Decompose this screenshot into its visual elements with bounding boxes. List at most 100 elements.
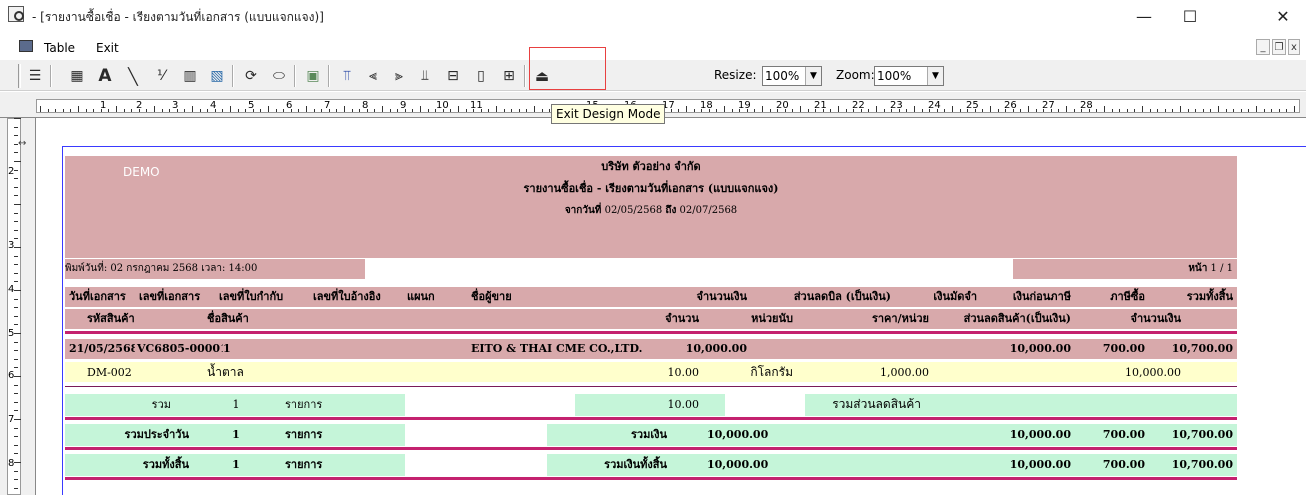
item-code[interactable]: DM-002: [83, 363, 203, 383]
item-price[interactable]: 1,000.00: [813, 363, 933, 383]
maximize-button[interactable]: ☐: [1167, 0, 1213, 32]
doc-date[interactable]: 21/05/2568: [65, 339, 135, 359]
hdr-item-code[interactable]: รหัสสินค้า: [83, 309, 203, 329]
hdr-ref-no[interactable]: เลขที่ใบอ้างอิง: [309, 287, 399, 307]
align-top-icon[interactable]: ⫪: [336, 66, 358, 86]
resize-select[interactable]: 100% ▼: [762, 66, 822, 86]
daily-total[interactable]: 10,700.00: [1153, 425, 1237, 445]
hdr-deposit[interactable]: เงินมัดจำ: [899, 287, 981, 307]
ruler-tick: [936, 109, 938, 112]
ruler-tick: [1043, 109, 1045, 112]
hdr-vendor[interactable]: ชื่อผู้ขาย: [467, 287, 657, 307]
hdr-doc-no[interactable]: เลขที่เอกสาร: [135, 287, 215, 307]
page-number[interactable]: หน้า 1 / 1: [1013, 259, 1237, 279]
hdr-unit[interactable]: หน่วยนับ: [707, 309, 797, 329]
item-unit[interactable]: กิโลกรัม: [707, 362, 797, 382]
align-bottom-icon[interactable]: ⫫: [414, 66, 436, 86]
ruler-tick: [1195, 109, 1197, 112]
hdr-unit-price[interactable]: ราคา/หน่วย: [813, 309, 933, 329]
daily-unit[interactable]: รายการ: [281, 425, 401, 445]
hdr-doc-date[interactable]: วันที่เอกสาร: [65, 287, 135, 307]
ruler-tick: [14, 221, 18, 223]
grand-tax[interactable]: 700.00: [1079, 455, 1149, 475]
grand-total[interactable]: 10,700.00: [1153, 455, 1237, 475]
resize-arrows-icon[interactable]: ↔: [18, 138, 26, 149]
time-label: เวลา:: [201, 263, 226, 274]
zoom-select[interactable]: 100% ▼: [874, 66, 944, 86]
doc-total[interactable]: 10,700.00: [1153, 339, 1237, 359]
hdr-amount[interactable]: จำนวนเงิน: [661, 287, 751, 307]
align-right-icon[interactable]: ⫸: [388, 66, 410, 86]
barcode-icon[interactable]: ▥: [179, 66, 201, 86]
ruler-tick: [488, 109, 490, 112]
ellipse-icon[interactable]: ⬭: [268, 66, 290, 86]
minimize-button[interactable]: —: [1121, 0, 1167, 32]
daily-money-label[interactable]: รวมเงิน: [547, 425, 671, 445]
item-qty[interactable]: 10.00: [623, 363, 703, 383]
daily-tax[interactable]: 700.00: [1079, 425, 1149, 445]
sum-unit[interactable]: รายการ: [281, 395, 401, 415]
grand-before-tax[interactable]: 10,000.00: [985, 455, 1075, 475]
grand-count[interactable]: 1: [191, 455, 281, 475]
company-name[interactable]: บริษัท ตัวอย่าง จำกัด: [65, 157, 1237, 177]
align-icon[interactable]: ☰: [24, 66, 46, 86]
align-left-icon[interactable]: ⫷: [362, 66, 384, 86]
daily-amount[interactable]: 10,000.00: [703, 425, 803, 445]
daily-label[interactable]: รวมประจำวัน: [65, 425, 193, 445]
hdr-qty[interactable]: จำนวน: [623, 309, 703, 329]
sum-discount-label[interactable]: รวมส่วนลดสินค้า: [805, 394, 925, 414]
percent-icon[interactable]: ⅟: [150, 66, 172, 86]
chart-icon[interactable]: ▣: [302, 66, 324, 86]
grand-unit[interactable]: รายการ: [281, 455, 401, 475]
doc-invoice[interactable]: 1: [219, 339, 309, 359]
rotate-icon[interactable]: ⟳: [240, 66, 262, 86]
hdr-item-amount[interactable]: จำนวนเงิน: [1079, 309, 1185, 329]
close-button[interactable]: ✕: [1260, 0, 1306, 32]
grid-icon[interactable]: ▦: [66, 66, 88, 86]
item-amount[interactable]: 10,000.00: [1079, 363, 1185, 383]
item-name[interactable]: น้ำตาล: [203, 362, 373, 382]
sum-qty[interactable]: 10.00: [623, 395, 703, 415]
doc-vendor[interactable]: EITO & THAI CME CO.,LTD.: [467, 339, 667, 359]
hdr-department[interactable]: แผนก: [403, 287, 463, 307]
grand-amount[interactable]: 10,000.00: [703, 455, 803, 475]
hdr-before-tax[interactable]: เงินก่อนภาษี: [985, 287, 1075, 307]
daily-count[interactable]: 1: [191, 425, 281, 445]
hdr-invoice-no[interactable]: เลขที่ใบกำกับ: [215, 287, 305, 307]
date-range[interactable]: จากวันที่ 02/05/2568 ถึง 02/07/2568: [65, 201, 1237, 221]
mdi-restore-button[interactable]: ❐: [1272, 39, 1286, 55]
sum-count[interactable]: 1: [191, 395, 281, 415]
toolbar-grip[interactable]: [18, 64, 21, 88]
hspace-icon[interactable]: ⊟: [442, 66, 464, 86]
hdr-tax[interactable]: ภาษีซื้อ: [1079, 287, 1149, 307]
doc-number[interactable]: VC6805-00001: [133, 339, 223, 359]
menu-exit[interactable]: Exit: [96, 41, 119, 55]
hdr-item-discount[interactable]: ส่วนลดสินค้า(เป็นเงิน): [935, 309, 1075, 329]
doc-before-tax[interactable]: 10,000.00: [985, 339, 1075, 359]
image-icon[interactable]: ▧: [206, 66, 228, 86]
doc-amount[interactable]: 10,000.00: [661, 339, 751, 359]
ruler-tick: [974, 109, 976, 112]
grand-money-label[interactable]: รวมเงินทั้งสิ้น: [547, 455, 671, 475]
print-date[interactable]: พิมพ์วันที่: 02 กรกฎาคม 2568 เวลา: 14:00: [65, 259, 365, 279]
text-icon[interactable]: A: [94, 66, 116, 86]
design-canvas[interactable]: DEMO บริษัท ตัวอย่าง จำกัด รายงานซื้อเชื…: [37, 118, 1306, 495]
document-window-icon[interactable]: [19, 40, 33, 52]
doc-tax[interactable]: 700.00: [1079, 339, 1149, 359]
hdr-item-name[interactable]: ชื่อสินค้า: [203, 309, 373, 329]
daily-before-tax[interactable]: 10,000.00: [985, 425, 1075, 445]
ruler-tick: [693, 109, 695, 112]
report-title[interactable]: รายงานซื้อเชื่อ - เรียงตามวันที่เอกสาร (…: [65, 179, 1237, 199]
mdi-close-button[interactable]: x: [1288, 39, 1300, 55]
menu-table[interactable]: Table: [44, 41, 75, 55]
size-icon[interactable]: ⊞: [498, 66, 520, 86]
grand-label[interactable]: รวมทั้งสิ้น: [65, 455, 193, 475]
header-spacer-band: [65, 222, 1237, 258]
hdr-total[interactable]: รวมทั้งสิ้น: [1153, 287, 1237, 307]
sum-label[interactable]: รวม: [65, 395, 175, 415]
mdi-minimize-button[interactable]: _: [1256, 39, 1270, 55]
hdr-bill-discount[interactable]: ส่วนลดบิล (เป็นเงิน): [755, 287, 895, 307]
vspace-icon[interactable]: ▯: [470, 66, 492, 86]
ruler-tick: [450, 109, 452, 112]
line-icon[interactable]: ╲: [122, 66, 144, 86]
